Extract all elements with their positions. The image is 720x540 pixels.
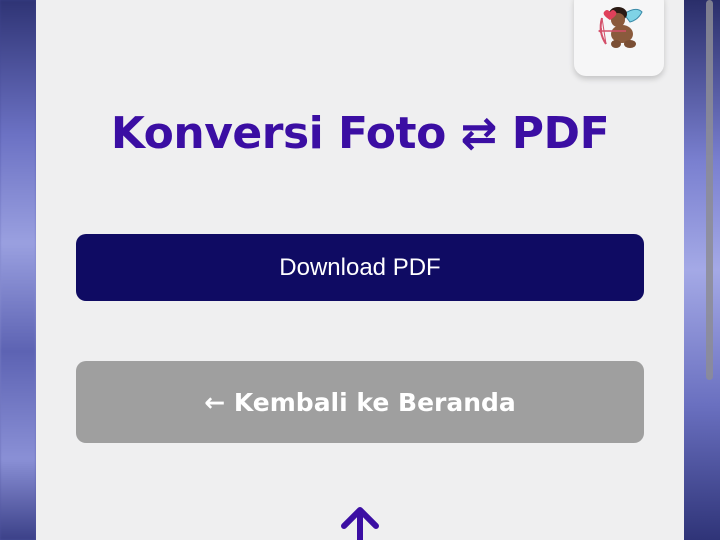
mascot-button[interactable] (574, 0, 664, 76)
arrow-up-icon[interactable] (338, 504, 382, 540)
cupid-mascot-icon (598, 7, 643, 48)
background-left (0, 0, 36, 540)
download-pdf-button[interactable]: Download PDF (76, 234, 644, 301)
background-right (684, 0, 720, 540)
page-title: Konversi Foto ⇄ PDF (110, 108, 610, 159)
back-to-home-button[interactable]: ← Kembali ke Beranda (76, 361, 644, 443)
scrollbar[interactable] (706, 0, 713, 380)
